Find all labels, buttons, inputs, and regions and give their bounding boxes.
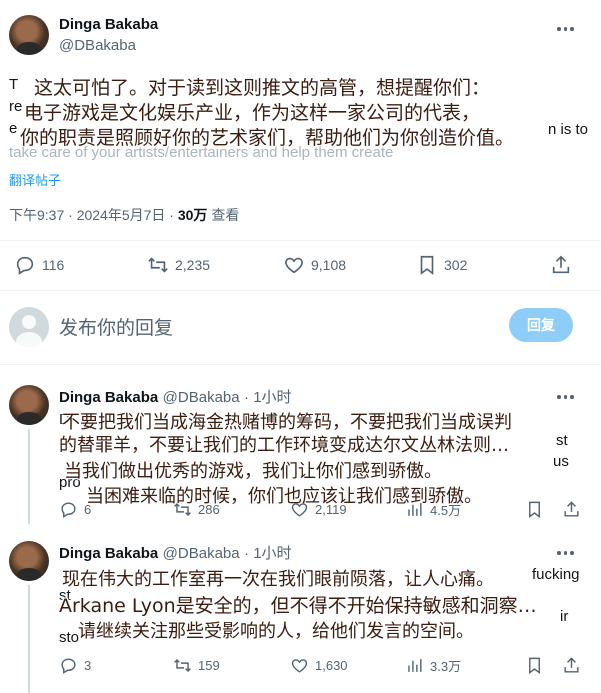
heart-icon [291,659,308,673]
reply2-bookmark-action[interactable] [525,656,544,675]
reply1-subtitle-line-3: 当我们做出优秀的游戏，我们让你们感到骄傲。 [64,461,442,482]
more-options-icon[interactable] [557,27,574,31]
reply1-reply-action[interactable]: 6 [59,500,91,519]
bookmark-icon [420,255,434,275]
repost-icon [174,502,191,517]
reply1-like-action[interactable]: 2,119 [290,500,347,519]
tweet-text-tail: n is to [548,121,589,138]
timestamp-text: 下午9:37 · 2024年5月7日 · [9,207,178,223]
subtitle-line-3: 你的职责是照顾好你的艺术家们，帮助他们为你创造价值。 [20,127,515,149]
reply2-repost-count: 159 [198,658,220,673]
repost-count: 2,235 [175,257,211,273]
reply2-subtitle-line-2: Arkane Lyon是安全的，但不得不开始保持敏感和洞察… [59,595,537,617]
reply2-time[interactable]: · 1小时 [244,545,292,562]
reply1-views-action[interactable]: 4.5万 [405,500,461,519]
reply1-time[interactable]: · 1小时 [244,389,292,406]
repost-icon [148,257,168,273]
reply2-like-action[interactable]: 1,630 [290,656,348,675]
reply1-author-name[interactable]: Dinga Bakaba [59,389,158,406]
views-label: 查看 [207,207,240,223]
repost-icon [174,658,191,673]
reply-icon [61,658,76,674]
divider [0,364,601,365]
reply1-reply-count: 6 [84,502,92,517]
reply2-reply-action[interactable]: 3 [59,656,91,675]
reply2-reply-count: 3 [84,658,92,673]
heart-icon [285,257,303,274]
reply2-views-action[interactable]: 3.3万 [405,656,461,675]
repost-action[interactable]: 2,235 [147,254,210,276]
views-count: 30万 [177,207,208,223]
views-icon [408,503,422,516]
reply1-avatar[interactable] [9,385,49,425]
reply2-subtitle-line-1: 现在伟大的工作室再一次在我们眼前陨落，让人心痛。 [62,569,494,590]
like-action[interactable]: 9,108 [283,254,346,276]
tweet-text-line-1: T [9,76,19,93]
bookmark-icon [529,501,540,519]
reply2-text-fragment: sto [59,629,80,646]
divider [0,240,601,241]
heart-icon [291,503,308,517]
reply-action[interactable]: 116 [14,254,64,276]
reply1-repost-count: 286 [198,502,220,517]
reply1-views-count: 4.5万 [430,503,462,518]
author-name[interactable]: Dinga Bakaba [59,16,158,33]
share-icon [564,501,579,517]
share-icon [552,255,570,274]
views-icon [408,659,422,672]
reply2-author-handle[interactable]: @DBakaba [163,545,240,562]
reply1-repost-action[interactable]: 286 [173,500,220,519]
reply2-text-fragment: fucking [532,566,580,583]
like-count: 9,108 [311,257,347,273]
reply2-avatar[interactable] [9,541,49,581]
reply2-header: Dinga Bakaba @DBakaba · 1小时 [59,542,292,563]
bookmark-count: 302 [444,257,468,273]
tweet-text-line-3: e [9,120,18,137]
reply2-author-name[interactable]: Dinga Bakaba [59,545,158,562]
my-avatar [9,307,49,347]
reply2-share-action[interactable] [562,656,581,675]
reply-input[interactable]: 发布你的回复 [59,313,173,340]
thread-line [28,585,30,693]
reply1-subtitle-line-1: 不要把我们当成海金热赌博的筹码，不要把我们当成误判 [62,412,512,433]
reply-submit-button[interactable]: 回复 [509,308,573,342]
reply1-text-fragment: us [553,453,569,470]
reply1-bookmark-action[interactable] [525,500,544,519]
reply-icon [16,256,34,275]
reply2-more-icon[interactable] [557,551,574,555]
tweet-timestamp[interactable]: 下午9:37 · 2024年5月7日 · 30万 查看 [9,205,239,225]
tweet-text-line-2: re [9,98,23,115]
divider [0,290,601,291]
reply1-share-action[interactable] [562,500,581,519]
reply2-subtitle-line-3: 请继续关注那些受影响的人，给他们发言的空间。 [78,621,474,642]
reply1-text-fragment: st [556,432,568,449]
translate-post-link[interactable]: 翻译帖子 [9,170,61,189]
share-action[interactable] [550,254,572,276]
reply2-text-fragment: ir [560,608,569,625]
reply1-like-count: 2,119 [315,502,347,517]
subtitle-line-2: 电子游戏是文化娱乐产业，作为这样一家公司的代表， [24,102,481,124]
share-icon [564,657,579,673]
reply1-header: Dinga Bakaba @DBakaba · 1小时 [59,386,292,407]
reply2-like-count: 1,630 [315,658,348,673]
reply1-subtitle-line-2: 的替罪羊，不要让我们的工作环境变成达尔文丛林法则… [59,435,509,456]
bookmark-icon [529,657,540,675]
reply-count: 116 [42,257,65,273]
author-handle[interactable]: @DBakaba [59,37,136,54]
thread-line [28,429,30,524]
bookmark-action[interactable]: 302 [416,254,467,276]
reply1-author-handle[interactable]: @DBakaba [163,389,240,406]
reply-icon [61,502,76,518]
author-avatar[interactable] [9,15,49,55]
subtitle-line-1: 这太可怕了。对于读到这则推文的高管，想提醒你们： [34,77,491,99]
reply2-repost-action[interactable]: 159 [173,656,220,675]
reply2-views-count: 3.3万 [430,659,462,674]
reply1-more-icon[interactable] [557,395,574,399]
